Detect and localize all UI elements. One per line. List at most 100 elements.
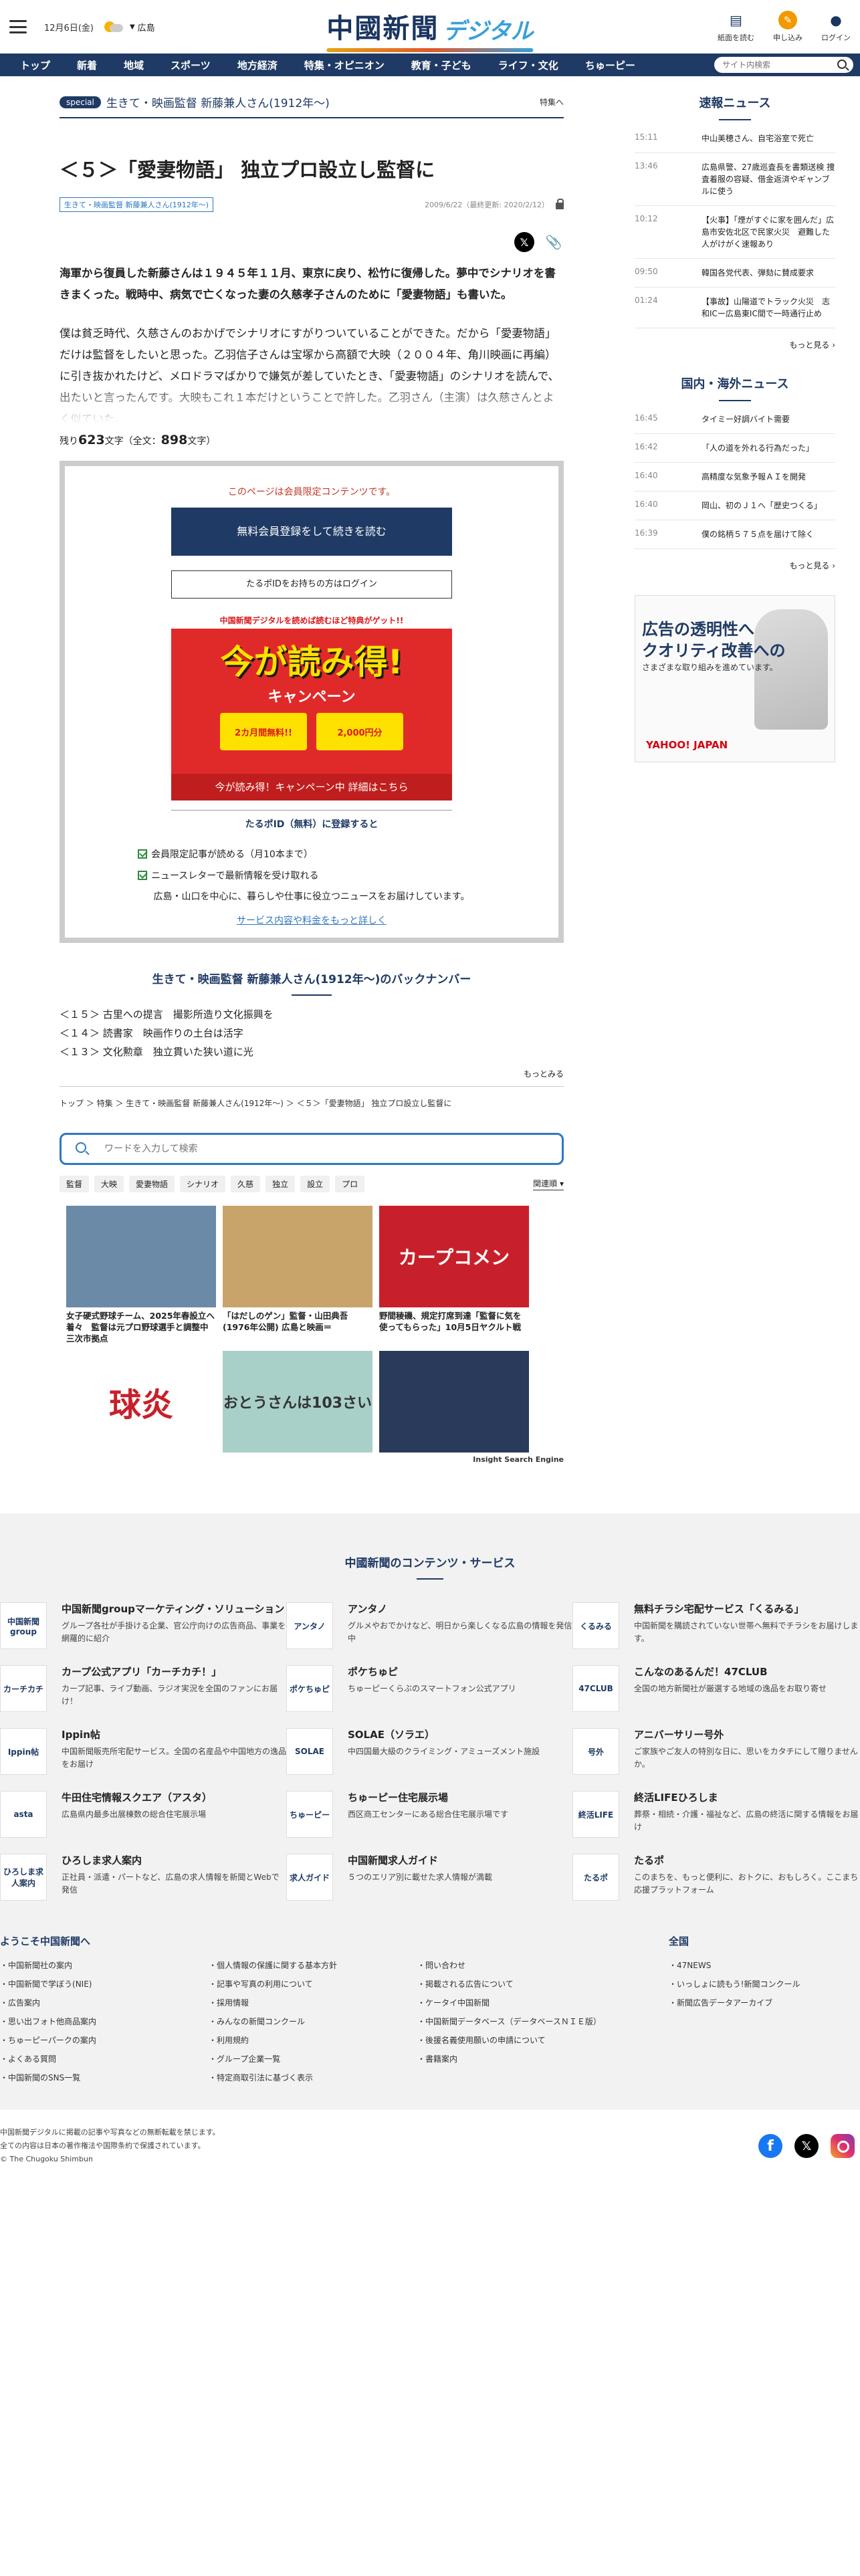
- service-item[interactable]: 号外 アニバーサリー号外 ご家族やご友人の特別な日に、思いをカタチにして贈りませんか…: [572, 1728, 859, 1775]
- news-row[interactable]: 16:40 高精度な気象予報ＡＩを開発: [635, 463, 835, 492]
- paperclip-icon[interactable]: 📎: [544, 232, 564, 252]
- keyword-chip[interactable]: 愛妻物語: [129, 1176, 175, 1192]
- insight-card[interactable]: 「はだしのゲン」監督・山田典吾(1976年公開) 広島と映画＝: [223, 1206, 372, 1344]
- hamburger-menu-icon[interactable]: [9, 20, 27, 33]
- footer-link[interactable]: よくある質問: [0, 2050, 209, 2068]
- footer-link[interactable]: 書籍案内: [417, 2050, 665, 2068]
- news-row[interactable]: 16:45 タイミー好調バイト需要: [635, 405, 835, 434]
- service-item[interactable]: ちゅーピー ちゅーピー住宅展示場 西区商工センターにある総合住宅展示場です: [286, 1791, 572, 1838]
- service-item[interactable]: 終活LIFE 終活LIFEひろしま 葬祭・相続・介護・福祉など、広島の終活に関する情…: [572, 1791, 859, 1838]
- service-details-link[interactable]: サービス内容や料金をもっと詳しく: [237, 914, 387, 927]
- instagram-icon[interactable]: [831, 2134, 855, 2158]
- nav-new[interactable]: 新着: [64, 58, 110, 72]
- news-row[interactable]: 10:12 【火事】「煙がすぐに家を囲んだ」広島市安佐北区で民家火災 避難した人が…: [635, 206, 835, 259]
- footer-link[interactable]: 思い出フォト他商品案内: [0, 2012, 209, 2031]
- footer-link[interactable]: ちゅーピーパークの案内: [0, 2031, 209, 2050]
- footer-link[interactable]: 記事や写真の利用について: [209, 1975, 417, 1994]
- footer-link[interactable]: 後援名義使用願いの申請について: [417, 2031, 665, 2050]
- weather-icon[interactable]: [102, 20, 124, 33]
- service-item[interactable]: asta 牛田住宅情報スクエア（アスタ） 広島県内最多出展棟数の総合住宅展示場: [0, 1791, 286, 1838]
- footer-link[interactable]: 中国新聞データベース（データベースＮＩＥ版）: [417, 2012, 665, 2031]
- national-more-link[interactable]: もっと見る ›: [635, 560, 835, 571]
- footer-link[interactable]: いっしょに読もう!新聞コンクール: [669, 1975, 800, 1994]
- nav-local[interactable]: 地域: [110, 58, 157, 72]
- site-logo[interactable]: 中國新聞 デジタル: [326, 7, 534, 52]
- keyword-chip[interactable]: 久慈: [231, 1176, 261, 1192]
- x-icon[interactable]: 𝕏: [794, 2134, 819, 2158]
- footer-link[interactable]: 利用規約: [209, 2031, 417, 2050]
- service-item[interactable]: SOLAE SOLAE（ソラエ） 中四国最大級のクライミング・アミューズメント施設: [286, 1728, 572, 1775]
- footer-link[interactable]: 特定商取引法に基づく表示: [209, 2068, 417, 2087]
- insight-card[interactable]: カープコメン 野間稜磯、規定打席到達「監督に気を使ってもらった」10月5日ヤクル…: [379, 1206, 529, 1344]
- news-row[interactable]: 01:24 【事故】山陽道でトラック火災 志和ICー広島東IC間で一時通行止め: [635, 288, 835, 328]
- chevron-down-icon[interactable]: ▼: [130, 23, 135, 31]
- footer-link[interactable]: 47NEWS: [669, 1956, 800, 1975]
- footer-link[interactable]: 問い合わせ: [417, 1956, 665, 1975]
- service-item[interactable]: ポケちゅピ ポケちゅピ ちゅーピーくらぶのスマートフォン公式アプリ: [286, 1665, 572, 1712]
- news-row[interactable]: 13:46 広島県警、27歳巡査長を書類送検 捜査着服の容疑、借金返済やギャンブル…: [635, 153, 835, 206]
- service-item[interactable]: たるポ たるポ このまちを、もっと便利に、おトクに、おもしろく。ここまち応援プラット…: [572, 1854, 859, 1901]
- taruPo-login-button[interactable]: たるポIDをお持ちの方はログイン: [171, 570, 452, 599]
- nav-top[interactable]: トップ: [7, 58, 64, 72]
- footer-link[interactable]: 中国新聞で学ぼう(NIE): [0, 1975, 209, 1994]
- insight-card[interactable]: おとうさんは103さい: [223, 1351, 372, 1453]
- nav-opinion[interactable]: 特集・オピニオン: [291, 58, 398, 72]
- backnumber-item[interactable]: ＜１３＞ 文化勲章 独立貫いた狭い道に光: [60, 1043, 564, 1061]
- campaign-banner[interactable]: 中国新聞デジタルを読めば読むほど特典がゲット!! 今が読み得! キャンペーン 2…: [171, 608, 452, 800]
- nav-economy[interactable]: 地方経済: [224, 58, 291, 72]
- footer-link[interactable]: 採用情報: [209, 1994, 417, 2012]
- nav-life[interactable]: ライフ・文化: [485, 58, 572, 72]
- service-item[interactable]: Ippin帖 Ippin帖 中国新聞販売所宅配サービス。全国の名産品や中国地方の逸品…: [0, 1728, 286, 1775]
- insight-card[interactable]: 球炎: [66, 1351, 216, 1453]
- special-page-link[interactable]: 特集へ: [540, 96, 564, 108]
- news-row[interactable]: 16:40 岡山、初のＪ１へ「歴史つくる」: [635, 492, 835, 520]
- keyword-chip[interactable]: プロ: [335, 1176, 365, 1192]
- backnumber-item[interactable]: ＜１４＞ 読書家 映画作りの土台は活字: [60, 1024, 564, 1043]
- site-search-input[interactable]: [714, 57, 853, 73]
- service-item[interactable]: 中国新聞group 中国新聞groupマーケティング・ソリューション グループ各社が…: [0, 1602, 286, 1649]
- sort-dropdown[interactable]: 関連順 ▾: [533, 1178, 564, 1190]
- series-tag[interactable]: 生きて・映画監督 新藤兼人さん(1912年〜): [60, 197, 214, 212]
- nav-sports[interactable]: スポーツ: [157, 58, 224, 72]
- service-item[interactable]: カーチカチ カープ公式アプリ「カーチカチ！」 カープ記事、ライブ動画、ラジオ実況を全…: [0, 1665, 286, 1712]
- news-row[interactable]: 16:39 僕の銘柄５７５点を届けて除く: [635, 520, 835, 549]
- nav-education[interactable]: 教育・子ども: [398, 58, 485, 72]
- news-row[interactable]: 15:11 中山美穂さん、自宅浴室で死亡: [635, 124, 835, 153]
- insight-card[interactable]: 女子硬式野球チーム、2025年春設立へ 着々 監督は元プロ野球選手と調整中 三次…: [66, 1206, 217, 1344]
- footer-link[interactable]: ケータイ中国新聞: [417, 1994, 665, 2012]
- footer-link[interactable]: 中国新聞社の案内: [0, 1956, 209, 1975]
- service-item[interactable]: 求人ガイド 中国新聞求人ガイド ５つのエリア別に載せた求人情報が満載: [286, 1854, 572, 1901]
- breadcrumb[interactable]: トップ ＞ 特集 ＞ 生きて・映画監督 新藤兼人さん(1912年〜) ＞ ＜５＞…: [60, 1086, 564, 1109]
- register-button[interactable]: 無料会員登録をして続きを読む: [171, 508, 452, 556]
- facebook-icon[interactable]: f: [758, 2134, 782, 2158]
- backnumber-item[interactable]: ＜１５＞ 古里への提言 撮影所造り文化振興を: [60, 1005, 564, 1024]
- search-icon[interactable]: [837, 60, 847, 69]
- special-title-link[interactable]: 生きて・映画監督 新藤兼人さん(1912年〜): [106, 94, 330, 110]
- nav-chupy[interactable]: ちゅーピー: [572, 58, 649, 72]
- read-paper-button[interactable]: ▤ 紙面を読む: [718, 11, 754, 43]
- keyword-chip[interactable]: 独立: [265, 1176, 296, 1192]
- news-row[interactable]: 16:42 「人の道を外れる行為だった」: [635, 434, 835, 463]
- footer-link[interactable]: グループ企業一覧: [209, 2050, 417, 2068]
- service-item[interactable]: ひろしま求人案内 ひろしま求人案内 正社員・派遣・パートなど、広島の求人情報を新聞と…: [0, 1854, 286, 1901]
- footer-link[interactable]: 個人情報の保護に関する基本方針: [209, 1956, 417, 1975]
- region-selector[interactable]: 広島: [138, 21, 155, 33]
- service-item[interactable]: アンタノ アンタノ グルメやおでかけなど、明日から楽しくなる広島の情報を発信中: [286, 1602, 572, 1649]
- keyword-chip[interactable]: 大映: [94, 1176, 124, 1192]
- breaking-more-link[interactable]: もっと見る ›: [635, 339, 835, 350]
- insight-search-input[interactable]: [60, 1133, 564, 1165]
- service-item[interactable]: くるみる 無料チラシ宅配サービス「くるみる」 中国新聞を購読されていない世帯へ無料で…: [572, 1602, 859, 1649]
- service-item[interactable]: 47CLUB こんなのあるんだ！47CLUB 全国の地方新聞社が厳選する地域の逸品を…: [572, 1665, 859, 1712]
- footer-link[interactable]: 新聞広告データアーカイブ: [669, 1994, 800, 2012]
- footer-link[interactable]: 広告案内: [0, 1994, 209, 2012]
- signup-button[interactable]: ✎ 申し込み: [773, 11, 802, 43]
- footer-link[interactable]: みんなの新聞コンクール: [209, 2012, 417, 2031]
- advertisement[interactable]: 広告の透明性へ クオリティ改善への さまざまな取り組みを進めています。 YAHO…: [635, 595, 835, 762]
- keyword-chip[interactable]: 監督: [60, 1176, 90, 1192]
- x-share-icon[interactable]: 𝕏: [514, 232, 534, 252]
- news-row[interactable]: 09:50 韓国各党代表、弾劾に賛成要求: [635, 259, 835, 288]
- keyword-chip[interactable]: 設立: [300, 1176, 330, 1192]
- login-button[interactable]: ● ログイン: [821, 11, 851, 43]
- footer-link[interactable]: 掲載される広告について: [417, 1975, 665, 1994]
- keyword-chip[interactable]: シナリオ: [180, 1176, 226, 1192]
